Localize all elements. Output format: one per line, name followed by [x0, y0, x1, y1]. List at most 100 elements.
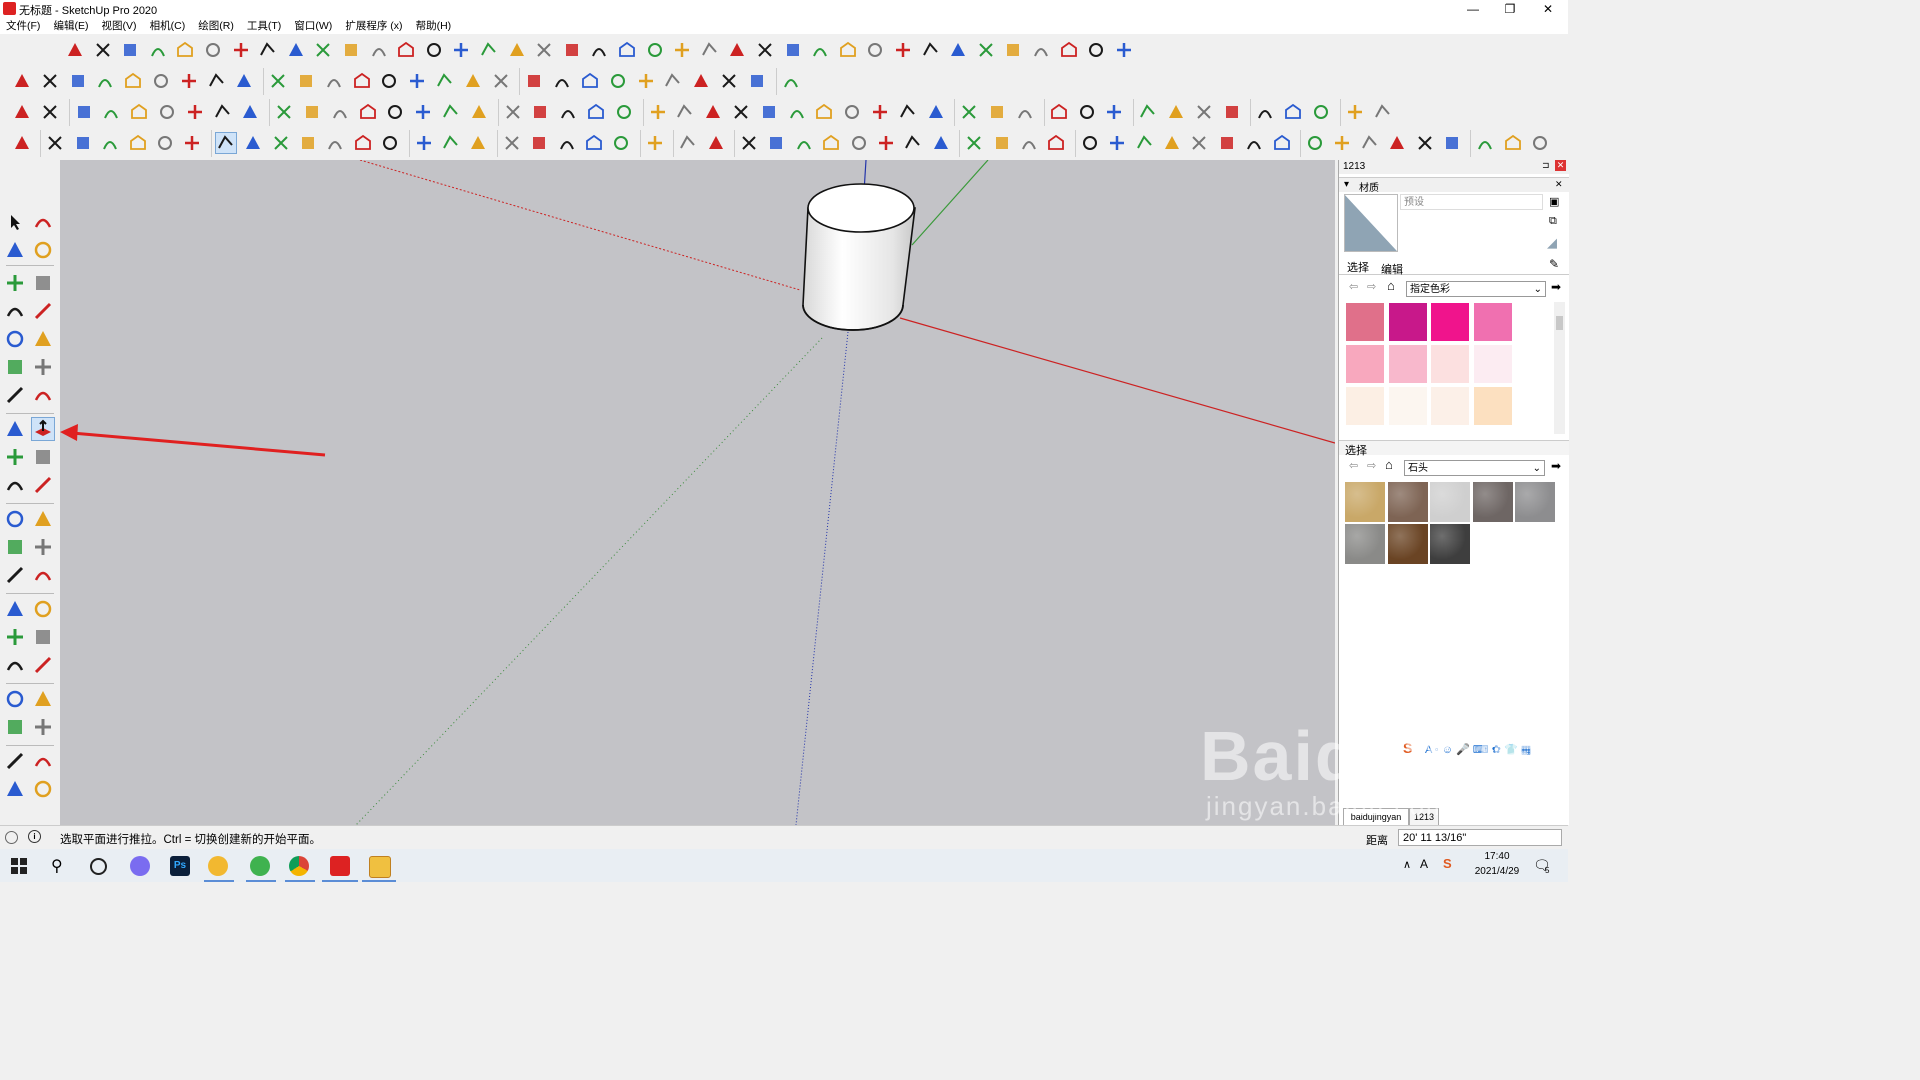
- menu-help[interactable]: 帮助(H): [416, 18, 452, 34]
- toolbar-tool-icon[interactable]: [691, 71, 711, 91]
- color-swatch[interactable]: [1345, 344, 1385, 384]
- toolbar-tool-icon[interactable]: [414, 133, 434, 153]
- left-tool-icon[interactable]: [32, 384, 54, 406]
- collection-dropdown[interactable]: 指定色彩 ⌄: [1406, 281, 1546, 297]
- left-tool-icon[interactable]: [4, 626, 26, 648]
- toolbar-tool-icon[interactable]: [706, 133, 726, 153]
- chrome-icon[interactable]: [289, 856, 309, 876]
- left-tool-icon[interactable]: [4, 536, 26, 558]
- tray-close-icon[interactable]: ✕: [1555, 160, 1566, 171]
- toolbar-tool-icon[interactable]: [1530, 133, 1550, 153]
- toolbar-tool-icon[interactable]: [65, 40, 85, 60]
- color-swatch[interactable]: [1387, 344, 1428, 384]
- color-swatch[interactable]: [1472, 302, 1513, 342]
- sogou-tray-icon[interactable]: S: [1443, 856, 1452, 871]
- toolbar-tool-icon[interactable]: [876, 133, 896, 153]
- color-swatch[interactable]: [1430, 302, 1470, 342]
- toolbar-tool-icon[interactable]: [129, 102, 149, 122]
- toolbar-tool-icon[interactable]: [1080, 133, 1100, 153]
- toolbar-tool-icon[interactable]: [1475, 133, 1495, 153]
- toolbar-tool-icon[interactable]: [534, 40, 554, 60]
- toolbar-tool-icon[interactable]: [794, 133, 814, 153]
- toolbar-tool-icon[interactable]: [1415, 133, 1435, 153]
- details-arrow-icon-2[interactable]: ➡: [1551, 459, 1561, 473]
- browser-icon-green[interactable]: [250, 856, 270, 876]
- left-tool-icon[interactable]: [4, 716, 26, 738]
- sketchup-taskbar-icon[interactable]: [330, 856, 350, 876]
- toolbar-tool-icon[interactable]: [759, 102, 779, 122]
- minimize-button[interactable]: —: [1453, 0, 1493, 18]
- toolbar-tool-icon[interactable]: [731, 102, 751, 122]
- toolbar-tool-icon[interactable]: [608, 71, 628, 91]
- color-swatch[interactable]: [1472, 386, 1513, 426]
- toolbar-tool-icon[interactable]: [234, 71, 254, 91]
- left-tool-icon[interactable]: [4, 446, 26, 468]
- toolbar-tool-icon[interactable]: [648, 102, 668, 122]
- toolbar-tool-icon[interactable]: [128, 133, 148, 153]
- toolbar-tool-icon[interactable]: [341, 40, 361, 60]
- left-tool-icon[interactable]: [4, 688, 26, 710]
- swatch-scrollbar[interactable]: [1554, 302, 1565, 434]
- toolbar-tool-icon[interactable]: [12, 71, 32, 91]
- toolbar-tool-icon[interactable]: [182, 133, 202, 153]
- toolbar-tool-icon[interactable]: [1107, 133, 1127, 153]
- windows-start-icon[interactable]: [11, 858, 27, 874]
- toolbar-tool-icon[interactable]: [274, 102, 294, 122]
- left-tool-icon[interactable]: [32, 474, 54, 496]
- tab-select[interactable]: 选择: [1347, 259, 1369, 275]
- toolbar-tool-icon[interactable]: [1003, 40, 1023, 60]
- toolbar-tool-icon[interactable]: [207, 71, 227, 91]
- material-name-field[interactable]: 预设: [1400, 194, 1543, 210]
- left-tool-icon[interactable]: [32, 300, 54, 322]
- toolbar-tool-icon[interactable]: [491, 71, 511, 91]
- left-tool-icon[interactable]: [4, 654, 26, 676]
- toolbar-tool-icon[interactable]: [557, 133, 577, 153]
- toolbar-tool-icon[interactable]: [1138, 102, 1158, 122]
- create-material-icon[interactable]: ⧉: [1549, 215, 1557, 228]
- clock-time[interactable]: 17:40: [1480, 851, 1514, 862]
- toolbar-tool-icon[interactable]: [45, 133, 65, 153]
- toolbar-tool-icon[interactable]: [976, 40, 996, 60]
- menu-window[interactable]: 窗口(W): [294, 18, 332, 34]
- left-tool-icon[interactable]: [4, 300, 26, 322]
- toolbar-tool-icon[interactable]: [68, 71, 88, 91]
- push-pull-tool-icon[interactable]: [214, 132, 237, 154]
- toolbar-tool-icon[interactable]: [325, 133, 345, 153]
- color-swatch[interactable]: [1345, 302, 1385, 342]
- color-swatch[interactable]: [1430, 386, 1470, 426]
- toolbar-tool-icon[interactable]: [678, 133, 698, 153]
- toolbar-tool-icon[interactable]: [40, 71, 60, 91]
- toolbar-tool-icon[interactable]: [1373, 102, 1393, 122]
- left-tool-icon[interactable]: [32, 716, 54, 738]
- toolbar-tool-icon[interactable]: [992, 133, 1012, 153]
- toolbar-tool-icon[interactable]: [324, 71, 344, 91]
- toolbar-tool-icon[interactable]: [379, 71, 399, 91]
- toolbar-tool-icon[interactable]: [507, 40, 527, 60]
- toolbar-tool-icon[interactable]: [268, 71, 288, 91]
- left-tool-icon[interactable]: [32, 446, 54, 468]
- cortana-icon[interactable]: [90, 858, 107, 875]
- toolbar-tool-icon[interactable]: [766, 133, 786, 153]
- toolbar-tool-icon[interactable]: [1244, 133, 1264, 153]
- toolbar-tool-icon[interactable]: [781, 71, 801, 91]
- display-secondary-icon[interactable]: ▣: [1549, 195, 1559, 208]
- section-close-icon[interactable]: ✕: [1555, 179, 1563, 190]
- toolbar-tool-icon[interactable]: [502, 133, 522, 153]
- color-swatch[interactable]: [1430, 344, 1470, 384]
- toolbar-tool-icon[interactable]: [1019, 133, 1039, 153]
- menu-file[interactable]: 文件(F): [6, 18, 40, 34]
- texture-swatch[interactable]: [1387, 482, 1428, 522]
- toolbar-tool-icon[interactable]: [810, 40, 830, 60]
- toolbar-tool-icon[interactable]: [298, 133, 318, 153]
- toolbar-tool-icon[interactable]: [1442, 133, 1462, 153]
- toolbar-tool-icon[interactable]: [302, 102, 322, 122]
- toolbar-tool-icon[interactable]: [589, 40, 609, 60]
- toolbar-tool-icon[interactable]: [870, 102, 890, 122]
- toolbar-tool-icon[interactable]: [352, 71, 372, 91]
- toolbar-tool-icon[interactable]: [148, 40, 168, 60]
- toolbar-tool-icon[interactable]: [407, 71, 427, 91]
- left-tool-icon[interactable]: [4, 272, 26, 294]
- menu-edit[interactable]: 编辑(E): [53, 18, 88, 34]
- back-icon-2[interactable]: ⇦: [1349, 459, 1358, 472]
- toolbar-tool-icon[interactable]: [258, 40, 278, 60]
